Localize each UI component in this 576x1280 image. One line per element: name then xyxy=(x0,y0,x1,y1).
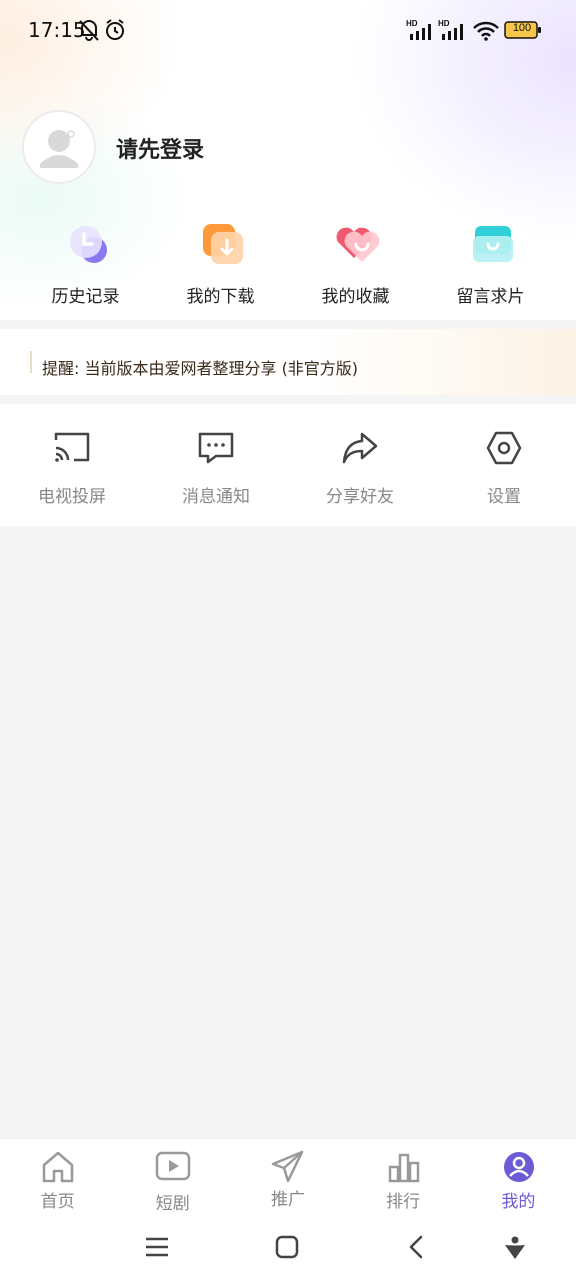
tool-settings[interactable]: 设置 xyxy=(432,404,576,526)
assistant-icon[interactable] xyxy=(500,1232,530,1262)
signal-hd-icon: HD xyxy=(438,18,468,46)
nav-label: 排行 xyxy=(386,1192,421,1212)
battery-icon: 100 xyxy=(504,21,542,43)
nav-ranking[interactable]: 排行 xyxy=(346,1139,461,1212)
chat-icon xyxy=(196,428,236,468)
notice-banner: 提醒: 当前版本由爱网者整理分享 (非官方版) xyxy=(0,329,576,395)
play-icon xyxy=(155,1149,191,1185)
bell-off-icon xyxy=(78,18,100,46)
send-icon xyxy=(270,1149,306,1185)
nav-label: 我的 xyxy=(501,1192,536,1212)
login-prompt[interactable]: 请先登录 xyxy=(116,132,204,164)
tools-grid: 电视投屏 消息通知 分享好友 设置 xyxy=(0,404,576,526)
tool-label: 电视投屏 xyxy=(38,487,106,507)
tool-cast[interactable]: 电视投屏 xyxy=(0,404,144,526)
quick-action-label: 我的收藏 xyxy=(321,287,390,307)
wifi-icon xyxy=(472,20,500,46)
download-icon xyxy=(199,220,247,268)
message-box-icon xyxy=(469,220,517,268)
tool-label: 消息通知 xyxy=(182,487,250,507)
quick-action-label: 历史记录 xyxy=(51,287,120,307)
share-icon xyxy=(340,428,380,468)
home-square-icon[interactable] xyxy=(272,1232,302,1262)
bar-chart-icon xyxy=(386,1149,422,1185)
tool-label: 分享好友 xyxy=(326,487,394,507)
quick-action-label: 我的下载 xyxy=(186,287,255,307)
svg-text:HD: HD xyxy=(406,19,418,28)
tool-label: 设置 xyxy=(487,487,521,507)
nav-label: 短剧 xyxy=(155,1194,190,1214)
nav-home[interactable]: 首页 xyxy=(0,1139,115,1212)
nav-promote[interactable]: 推广 xyxy=(230,1139,345,1212)
nav-label: 首页 xyxy=(40,1192,75,1212)
alarm-icon xyxy=(104,18,126,46)
nav-shorts[interactable]: 短剧 xyxy=(115,1139,230,1214)
avatar[interactable] xyxy=(22,110,96,184)
cast-icon xyxy=(52,428,92,468)
nav-label: 推广 xyxy=(270,1190,305,1210)
notice-text: 提醒: 当前版本由爱网者整理分享 (非官方版) xyxy=(42,359,359,378)
menu-icon[interactable] xyxy=(142,1232,172,1262)
status-time: 17:15 xyxy=(28,18,86,42)
history-icon xyxy=(64,220,112,268)
signal-hd-icon: HD xyxy=(406,18,436,46)
quick-action-request[interactable]: 留言求片 xyxy=(423,214,558,314)
quick-actions: 历史记录 我的下载 我的收藏 留言求片 xyxy=(0,214,576,314)
system-nav-bar xyxy=(0,1212,576,1280)
status-bar: 17:15 HD HD 100 xyxy=(0,0,576,60)
bottom-nav: 首页 短剧 推广 排行 我的 xyxy=(0,1138,576,1214)
default-avatar-icon xyxy=(40,130,78,168)
svg-text:HD: HD xyxy=(438,19,450,28)
tool-notifications[interactable]: 消息通知 xyxy=(144,404,288,526)
notice-divider xyxy=(30,351,32,373)
tool-share[interactable]: 分享好友 xyxy=(288,404,432,526)
heart-icon xyxy=(334,220,382,268)
nav-mine[interactable]: 我的 xyxy=(461,1139,576,1212)
battery-level: 100 xyxy=(512,22,532,34)
home-icon xyxy=(40,1149,76,1185)
quick-action-downloads[interactable]: 我的下载 xyxy=(153,214,288,314)
back-icon[interactable] xyxy=(402,1232,432,1262)
settings-icon xyxy=(484,428,524,468)
quick-action-favorites[interactable]: 我的收藏 xyxy=(288,214,423,314)
quick-action-history[interactable]: 历史记录 xyxy=(18,214,153,314)
user-icon xyxy=(501,1149,537,1185)
quick-action-label: 留言求片 xyxy=(456,287,525,307)
